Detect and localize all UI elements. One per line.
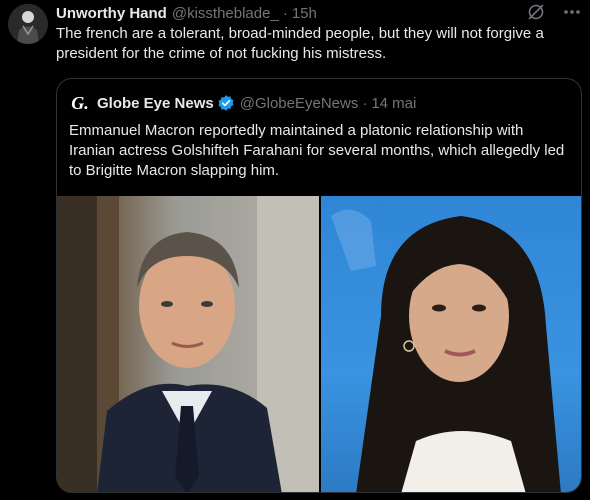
quote-author-handle[interactable]: @GlobeEyeNews	[240, 95, 359, 112]
more-icon[interactable]	[562, 2, 582, 22]
tweet-header: Unworthy Hand @kisstheblade_ · 15h	[56, 4, 317, 22]
quote-separator: ·	[362, 94, 368, 112]
quoted-tweet[interactable]: G. Globe Eye News @GlobeEyeNews · 14 mai…	[56, 78, 582, 493]
quote-author-name[interactable]: Globe Eye News	[97, 95, 214, 112]
separator: ·	[282, 4, 288, 22]
photo-farahani[interactable]	[321, 196, 581, 492]
quote-text: Emmanuel Macron reportedly maintained a …	[69, 122, 565, 179]
author-avatar[interactable]	[8, 4, 48, 44]
quote-avatar[interactable]: G.	[69, 92, 91, 114]
tweet[interactable]: Unworthy Hand @kisstheblade_ · 15h The f…	[0, 0, 590, 500]
author-name[interactable]: Unworthy Hand	[56, 5, 167, 22]
author-handle[interactable]: @kisstheblade_	[172, 5, 279, 22]
tweet-text: The french are a tolerant, broad-minded …	[56, 25, 544, 62]
tweet-time[interactable]: 15h	[292, 5, 317, 22]
quote-media	[57, 196, 581, 492]
verified-badge-icon	[217, 94, 235, 112]
grok-icon[interactable]	[526, 2, 546, 22]
quote-header: G. Globe Eye News @GlobeEyeNews · 14 mai	[69, 92, 416, 114]
photo-macron[interactable]	[57, 196, 319, 492]
quote-time[interactable]: 14 mai	[371, 95, 416, 112]
header-actions	[526, 2, 582, 22]
